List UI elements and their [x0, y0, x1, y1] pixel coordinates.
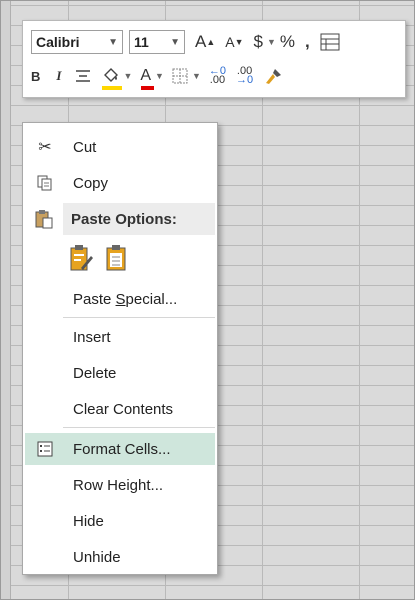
currency-format-button[interactable]: $ ▼: [254, 30, 276, 54]
copy-icon: [25, 167, 65, 199]
mini-toolbar-row-1: Calibri ▼ 11 ▼ A ▲ A ▼ $ ▼ % ,: [31, 29, 350, 55]
table-format-icon: [320, 33, 340, 51]
font-color-button[interactable]: A ▼: [140, 64, 164, 90]
mini-toolbar-row-2: B I ▼ A ▼ ▼ ←0.00 .00 →0: [31, 63, 293, 90]
menu-item-cut-label: Cut: [73, 138, 97, 156]
increase-font-icon: A: [195, 32, 207, 51]
percent-style-button[interactable]: %: [280, 30, 295, 54]
format-cells-icon: [25, 433, 65, 465]
fill-color-button[interactable]: ▼: [101, 64, 132, 90]
bold-button[interactable]: B: [31, 64, 40, 88]
increase-font-size-button[interactable]: A ▲: [195, 30, 215, 54]
paste-options-label: Paste Options:: [71, 210, 177, 228]
currency-icon: $: [253, 32, 263, 51]
scissors-icon: ✂: [38, 139, 52, 156]
font-size-value: 11: [134, 34, 149, 50]
menu-item-clear-contents[interactable]: Clear Contents: [25, 393, 215, 425]
font-name-combo[interactable]: Calibri ▼: [31, 30, 123, 54]
decrease-font-icon: A: [225, 34, 235, 50]
increase-decimal-button[interactable]: ←0.00: [209, 64, 226, 88]
font-name-value: Calibri: [36, 34, 80, 50]
italic-button[interactable]: I: [56, 64, 61, 88]
paste-icon: [25, 203, 63, 235]
menu-item-delete[interactable]: Delete: [25, 357, 215, 389]
menu-item-format-cells-label: Format Cells...: [73, 440, 171, 458]
menu-item-delete-label: Delete: [73, 364, 117, 382]
bold-icon: B: [31, 68, 41, 84]
paste-values-icon[interactable]: [105, 244, 127, 271]
menu-item-format-cells[interactable]: Format Cells...: [25, 433, 215, 465]
paste-keep-formatting-icon[interactable]: [69, 244, 93, 271]
paste-options-icon-cell: [25, 203, 63, 235]
menu-item-row-height-label: Row Height...: [73, 476, 164, 494]
menu-item-unhide-label: Unhide: [73, 548, 121, 566]
menu-item-row-height[interactable]: Row Height...: [25, 469, 215, 501]
comma-style-button[interactable]: ,: [305, 30, 310, 54]
increase-decimal-icon: .00: [209, 74, 226, 86]
chevron-down-icon[interactable]: ▼: [164, 37, 184, 48]
font-color-icon: A: [140, 67, 152, 84]
menu-item-clear-contents-label: Clear Contents: [73, 400, 174, 418]
format-painter-button[interactable]: [263, 64, 283, 88]
font-color-swatch: [141, 86, 154, 90]
menu-item-insert-label: Insert: [73, 328, 111, 346]
context-menu: ✂ Cut Copy Paste Options: Paste Special.…: [22, 122, 218, 575]
menu-separator: [63, 427, 215, 428]
percent-icon: %: [279, 32, 296, 51]
italic-icon: I: [56, 68, 62, 83]
paste-options-header: Paste Options:: [63, 203, 215, 235]
menu-separator: [63, 317, 215, 318]
borders-button[interactable]: ▼: [172, 64, 201, 88]
menu-item-hide-label: Hide: [73, 512, 104, 530]
paint-bucket-icon: [104, 68, 119, 82]
menu-item-insert[interactable]: Insert: [25, 321, 215, 353]
format-table-button[interactable]: [320, 30, 340, 54]
font-size-combo[interactable]: 11 ▼: [129, 30, 185, 54]
center-align-button[interactable]: [75, 64, 91, 88]
decrease-decimal-button[interactable]: .00 →0: [236, 64, 253, 88]
comma-icon: ,: [305, 32, 310, 51]
borders-icon: [172, 68, 188, 84]
menu-item-paste-special-label: Paste Special...: [73, 290, 178, 308]
fill-color-swatch: [102, 86, 123, 90]
menu-item-paste-special[interactable]: Paste Special...: [25, 283, 215, 315]
align-center-icon: [76, 70, 91, 82]
paste-options-icons: [69, 244, 127, 271]
decrease-font-size-button[interactable]: A ▼: [225, 30, 243, 54]
menu-item-unhide[interactable]: Unhide: [25, 541, 215, 573]
mini-toolbar: Calibri ▼ 11 ▼ A▲ A▼ $▼ % , B I ▼ A ▼: [22, 20, 406, 98]
menu-item-cut[interactable]: ✂ Cut: [25, 131, 215, 163]
menu-item-copy[interactable]: Copy: [25, 167, 215, 199]
chevron-down-icon[interactable]: ▼: [102, 37, 122, 48]
format-painter-icon: [266, 69, 282, 84]
menu-item-hide[interactable]: Hide: [25, 505, 215, 537]
menu-item-copy-label: Copy: [73, 174, 109, 192]
